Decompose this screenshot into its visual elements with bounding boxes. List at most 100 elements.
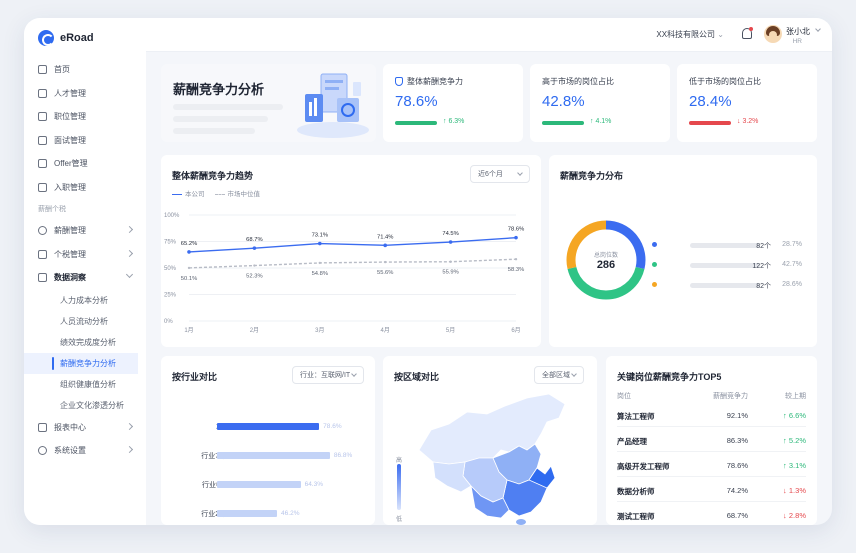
y-tick-label: 25% <box>164 293 177 299</box>
bar-value-label: 46.2% <box>281 509 300 517</box>
kpi-card-above-market: 高于市场的岗位占比 42.8% ↑ 4.1% <box>530 64 670 142</box>
app-window: eRoad 首页 人才管理 职位管理 面试管理 Offer管理 入职管理 薪酬个… <box>24 18 832 525</box>
sidebar-item-reports[interactable]: 报表中心 <box>24 416 146 440</box>
table-row[interactable]: 产品经理 86.3% ↑ 5.2% <box>617 427 806 452</box>
data-label: 68.7% <box>246 237 262 243</box>
arrow-down-icon: ↓ <box>737 118 741 125</box>
sidebar-item-onboarding[interactable]: 入职管理 <box>24 176 146 200</box>
sidebar-subitem-salary-competitiveness[interactable]: 薪酬竞争力分析 <box>24 352 138 374</box>
sidebar-item-label: 数据洞察 <box>54 273 86 283</box>
sidebar-item-label: 面试管理 <box>54 135 86 145</box>
sidebar-item-positions[interactable]: 职位管理 <box>24 105 146 129</box>
sidebar-item-tax[interactable]: 个税管理 <box>24 243 146 267</box>
company-switcher[interactable]: XX科技有限公司 ⌄ <box>656 29 724 40</box>
distribution-card: 薪酬竞争力分布 总岗位数 286 82个 28.7% 122个 42.7% 82个 2… <box>549 155 817 347</box>
arrow-up-icon: ↑ <box>443 118 447 125</box>
kpi-trend-bar <box>395 121 437 125</box>
user-name[interactable]: 张小北 <box>786 26 810 37</box>
data-point <box>514 235 518 240</box>
period-select-value: 近6个月 <box>478 171 503 178</box>
legend-label: 本公司 <box>185 191 205 198</box>
table-row[interactable]: 算法工程师 92.1% ↑ 6.6% <box>617 402 806 427</box>
position-name: 测试工程师 <box>617 512 655 521</box>
distribution-percent: 28.7% <box>782 241 802 248</box>
chevron-right-icon <box>125 225 134 234</box>
sidebar-subitem-performance[interactable]: 绩效完成度分析 <box>24 332 146 353</box>
sidebar-item-label: 薪酬管理 <box>54 226 86 236</box>
table-row[interactable]: 测试工程师 68.7% ↓ 2.8% <box>617 502 806 525</box>
bar <box>217 423 320 430</box>
sidebar-subitem-culture[interactable]: 企业文化渗透分析 <box>24 395 146 416</box>
data-point <box>318 241 322 246</box>
kpi-card-below-market: 低于市场的岗位占比 28.4% ↓ 3.2% <box>677 64 817 142</box>
kpi-delta: ↓ 3.2% <box>737 118 758 125</box>
kpi-delta: ↑ 6.3% <box>443 118 464 125</box>
position-delta-value: 1.3% <box>788 486 806 495</box>
data-label: 58.3% <box>508 267 524 273</box>
legend-dot <box>652 262 657 267</box>
position-value: 86.3% <box>726 436 748 445</box>
donut-center-value: 286 <box>596 259 616 271</box>
position-value: 68.7% <box>726 511 748 520</box>
sidebar-item-settings[interactable]: 系统设置 <box>24 439 146 463</box>
placeholder-line <box>173 116 268 122</box>
chevron-down-icon[interactable] <box>815 26 821 32</box>
sidebar-group-label: 薪酬个税 <box>38 206 66 213</box>
clipboard-icon <box>38 159 47 169</box>
data-point <box>514 258 518 261</box>
data-point <box>448 240 453 244</box>
report-icon <box>38 422 47 432</box>
industry-select[interactable]: 行业：互联网/IT <box>292 366 364 384</box>
position-delta-value: 3.1% <box>788 461 806 470</box>
legend-dot <box>652 282 657 287</box>
position-name: 算法工程师 <box>617 412 655 421</box>
bar-value-label: 64.3% <box>304 480 324 488</box>
series-line <box>188 258 517 269</box>
y-tick-label: 0% <box>164 319 173 325</box>
sidebar-item-home[interactable]: 首页 <box>24 58 146 82</box>
analytics-illustration <box>297 73 369 138</box>
series-line <box>188 236 517 253</box>
kpi-value: 78.6% <box>395 93 438 110</box>
sidebar-subitem-labor-cost[interactable]: 人力成本分析 <box>24 290 146 311</box>
logo[interactable]: eRoad <box>38 28 94 48</box>
sidebar-item-salary[interactable]: 薪酬管理 <box>24 219 146 243</box>
kpi-value: 28.4% <box>689 93 732 110</box>
sidebar-item-label: 个税管理 <box>54 249 86 259</box>
avatar[interactable] <box>764 25 782 43</box>
sidebar-subitem-org-health[interactable]: 组织健康值分析 <box>24 374 146 395</box>
table-row[interactable]: 高级开发工程师 78.6% ↑ 3.1% <box>617 452 806 477</box>
period-select[interactable]: 近6个月 <box>470 165 530 183</box>
data-label: 65.2% <box>181 241 197 247</box>
region-card: 按区域对比 全部区域 高 低 <box>383 356 597 525</box>
position-delta: ↑ 3.1% <box>783 461 806 470</box>
data-point <box>187 266 191 270</box>
bar-value-label: 86.8% <box>333 451 353 459</box>
position-value: 74.2% <box>726 486 748 495</box>
company-name: XX科技有限公司 <box>656 30 716 39</box>
x-tick-label: 2月 <box>250 327 259 334</box>
table-row[interactable]: 数据分析师 74.2% ↓ 1.3% <box>617 477 806 502</box>
region-select[interactable]: 全部区域 <box>534 366 584 384</box>
region-select-value: 全部区域 <box>542 372 570 379</box>
industry-title: 按行业对比 <box>172 372 218 382</box>
kpi-label: 低于市场的岗位占比 <box>689 77 761 86</box>
table-header-competitiveness: 薪酬竞争力 <box>713 393 748 400</box>
legend-company: 本公司 <box>172 188 205 198</box>
kpi-delta-value: 6.3% <box>448 118 465 125</box>
kpi-label: 整体薪酬竞争力 <box>395 76 463 87</box>
bar <box>217 510 278 517</box>
sidebar-item-insights[interactable]: 数据洞察 <box>24 266 146 290</box>
sidebar-item-offers[interactable]: Offer管理 <box>24 152 146 176</box>
sidebar-item-talent[interactable]: 人才管理 <box>24 82 146 106</box>
x-tick-label: 4月 <box>381 327 390 334</box>
sidebar-item-interviews[interactable]: 面试管理 <box>24 129 146 153</box>
sidebar-subitem-turnover[interactable]: 人员流动分析 <box>24 311 146 332</box>
color-scale <box>397 464 401 510</box>
position-name: 产品经理 <box>617 437 647 446</box>
users-icon <box>38 88 47 98</box>
legend-dot <box>652 242 657 247</box>
top5-title: 关键岗位薪酬竞争力TOP5 <box>617 372 722 382</box>
bar <box>217 481 301 488</box>
sidebar-item-label: 报表中心 <box>54 422 86 432</box>
